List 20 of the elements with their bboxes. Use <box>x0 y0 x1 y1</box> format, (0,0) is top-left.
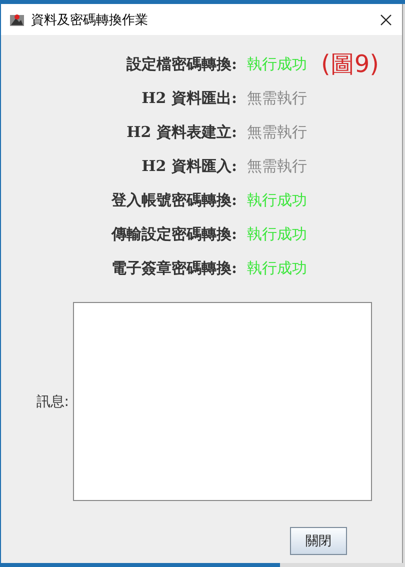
close-icon[interactable] <box>380 14 392 26</box>
row-label: 電子簽章密碼轉換: <box>110 258 237 278</box>
row-label: 設定檔密碼轉換: <box>125 54 237 74</box>
row-label: 登入帳號密碼轉換: <box>110 190 237 210</box>
row-label: H2 資料匯入: <box>140 156 237 176</box>
status-text: 執行成功 <box>247 54 307 74</box>
row-label: H2 資料表建立: <box>126 122 237 142</box>
status-text: 無需執行 <box>247 156 307 176</box>
status-text: 無需執行 <box>247 122 307 142</box>
app-icon <box>9 12 25 28</box>
status-text: 無需執行 <box>247 88 307 108</box>
close-button[interactable]: 關閉 <box>290 527 347 555</box>
status-text: 執行成功 <box>247 224 307 244</box>
message-label: 訊息: <box>35 392 70 410</box>
status-text: 執行成功 <box>247 190 307 210</box>
figure-annotation: (圖9) <box>321 49 379 80</box>
window-title: 資料及密碼轉換作業 <box>31 12 149 28</box>
status-text: 執行成功 <box>247 258 307 278</box>
row-label: H2 資料匯出: <box>140 88 237 108</box>
row-label: 傳輸設定密碼轉換: <box>110 224 237 244</box>
